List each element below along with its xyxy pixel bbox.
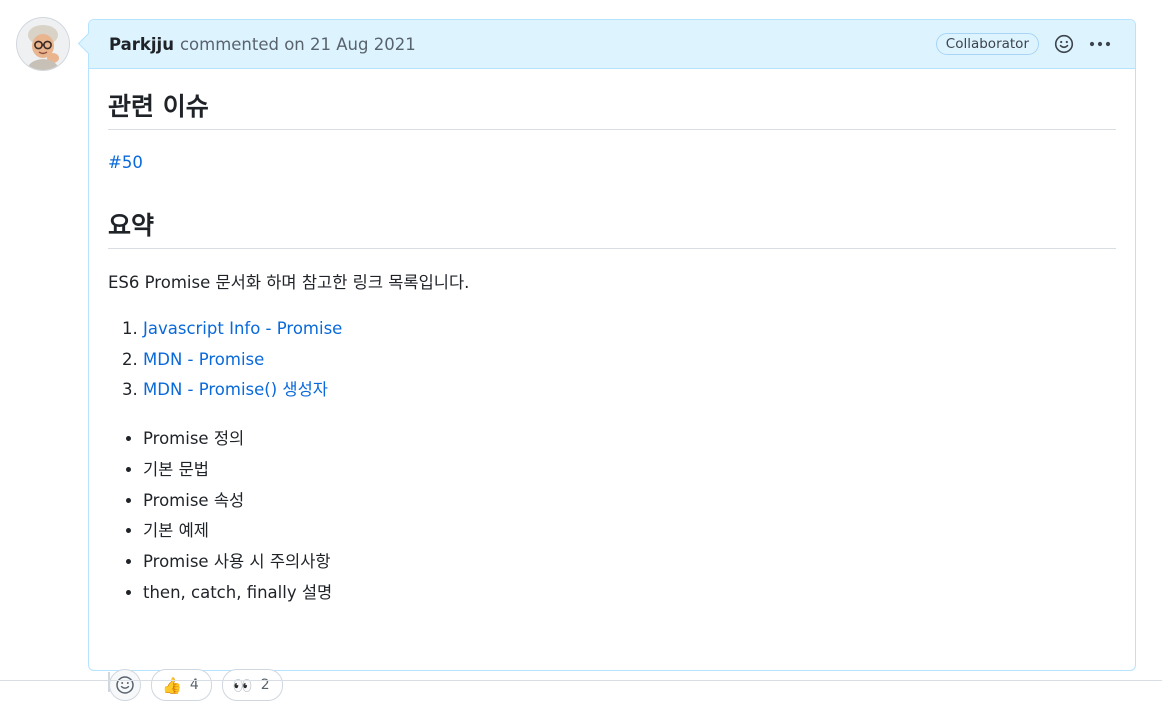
reaction-thumbs-up-button[interactable]: 👍 4 (151, 669, 212, 701)
heading-summary: 요약 (108, 206, 1116, 249)
smiley-icon (116, 676, 134, 694)
topic-bullet-list: Promise 정의 기본 문법 Promise 속성 기본 예제 Promis… (108, 424, 332, 609)
collaborator-badge: Collaborator (935, 33, 1039, 55)
list-item: MDN - Promise (143, 345, 342, 376)
add-reaction-button[interactable] (109, 669, 141, 701)
link-mdn-promise-constructor[interactable]: MDN - Promise() 생성자 (143, 380, 328, 399)
reactions-bar: 👍 4 👀 2 (109, 669, 283, 701)
list-item: then, catch, finally 설명 (143, 578, 332, 609)
comment-header: Parkjju commented on 21 Aug 2021 Collabo… (89, 20, 1135, 69)
list-item: 기본 문법 (143, 455, 332, 486)
timeline-connector (108, 672, 110, 692)
thumbs-up-icon: 👍 (162, 675, 182, 695)
list-item: Javascript Info - Promise (143, 314, 342, 345)
heading-related-issue: 관련 이슈 (108, 87, 1116, 130)
list-item: MDN - Promise() 생성자 (143, 375, 342, 406)
list-item: Promise 사용 시 주의사항 (143, 547, 332, 578)
smiley-icon[interactable] (1053, 33, 1075, 55)
link-mdn-promise[interactable]: MDN - Promise (143, 350, 264, 369)
author-name[interactable]: Parkjju (109, 35, 174, 54)
kebab-horizontal-icon[interactable] (1089, 33, 1111, 55)
timeline-divider (0, 680, 1162, 681)
summary-text: ES6 Promise 문서화 하며 참고한 링크 목록입니다. (108, 273, 470, 292)
list-item: Promise 속성 (143, 486, 332, 517)
reference-link-list: Javascript Info - Promise MDN - Promise … (108, 314, 342, 406)
memoji-avatar-icon (17, 18, 69, 70)
reaction-eyes-button[interactable]: 👀 2 (221, 669, 283, 701)
comment-meta[interactable]: commented on 21 Aug 2021 (180, 35, 416, 54)
list-item: 기본 예제 (143, 516, 332, 547)
eyes-icon: 👀 (232, 675, 253, 695)
list-item: Promise 정의 (143, 424, 332, 455)
author-avatar[interactable] (17, 18, 69, 70)
comment-card: Parkjju commented on 21 Aug 2021 Collabo… (88, 19, 1136, 701)
issue-link[interactable]: #50 (108, 153, 143, 172)
link-javascript-info-promise[interactable]: Javascript Info - Promise (143, 319, 342, 338)
header-actions: Collaborator (935, 20, 1111, 68)
